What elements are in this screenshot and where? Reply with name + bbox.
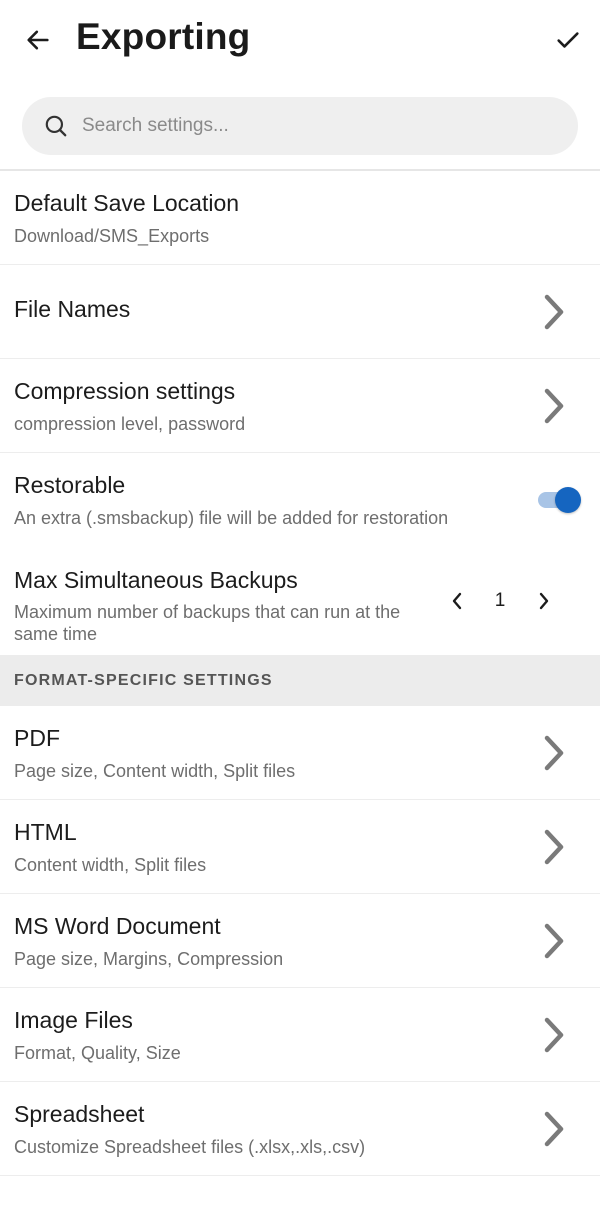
section-header: FORMAT-SPECIFIC SETTINGS xyxy=(0,655,600,706)
setting-compression[interactable]: Compression settings compression level, … xyxy=(0,359,600,453)
chevron-right-icon xyxy=(540,290,568,334)
setting-subtitle: Format, Quality, Size xyxy=(14,1043,181,1063)
setting-title: PDF xyxy=(14,725,60,751)
chevron-right-icon xyxy=(540,1013,568,1057)
setting-title: MS Word Document xyxy=(14,913,221,939)
toggle-thumb xyxy=(555,487,581,513)
setting-subtitle: Page size, Content width, Split files xyxy=(14,761,296,781)
setting-subtitle: Page size, Margins, Compression xyxy=(14,949,284,969)
setting-title: Compression settings xyxy=(14,378,236,404)
setting-title: File Names xyxy=(14,296,131,322)
restorable-toggle[interactable] xyxy=(538,487,582,513)
stepper-value: 1 xyxy=(494,590,506,611)
decrement-button[interactable] xyxy=(444,587,470,615)
format-item-html[interactable]: HTML Content width, Split files xyxy=(0,800,600,894)
search-input[interactable] xyxy=(82,115,522,137)
chevron-right-icon xyxy=(540,384,568,428)
setting-title: Spreadsheet xyxy=(14,1101,145,1127)
setting-max-backups: Max Simultaneous Backups Maximum number … xyxy=(0,547,600,655)
format-item-pdf[interactable]: PDF Page size, Content width, Split file… xyxy=(0,706,600,800)
setting-restorable: Restorable An extra (.smsbackup) file wi… xyxy=(0,453,600,547)
search-bar[interactable] xyxy=(22,97,578,155)
increment-button[interactable] xyxy=(531,587,557,615)
back-button[interactable] xyxy=(18,22,58,58)
setting-title: Default Save Location xyxy=(14,190,240,216)
setting-file-names[interactable]: File Names xyxy=(0,265,600,359)
chevron-right-icon xyxy=(540,825,568,869)
settings-list: Default Save Location Download/SMS_Expor… xyxy=(0,171,600,1176)
search-icon xyxy=(42,112,70,140)
confirm-button[interactable] xyxy=(548,22,588,58)
setting-title: Restorable xyxy=(14,472,126,498)
app-header: Exporting xyxy=(0,0,600,82)
setting-subtitle: Download/SMS_Exports xyxy=(14,226,210,246)
format-item-spreadsheet[interactable]: Spreadsheet Customize Spreadsheet files … xyxy=(0,1082,600,1176)
format-item-image-files[interactable]: Image Files Format, Quality, Size xyxy=(0,988,600,1082)
backups-stepper: 1 xyxy=(444,587,564,615)
setting-title: HTML xyxy=(14,819,77,845)
chevron-left-icon xyxy=(452,592,462,610)
chevron-right-icon xyxy=(540,1107,568,1151)
chevron-right-icon xyxy=(539,592,549,610)
setting-subtitle: An extra (.smsbackup) file will be added… xyxy=(14,508,449,528)
setting-title: Image Files xyxy=(14,1007,133,1033)
section-label: FORMAT-SPECIFIC SETTINGS xyxy=(14,672,273,689)
setting-subtitle: Maximum number of backups that can run a… xyxy=(14,602,401,644)
page-title: Exporting xyxy=(76,16,251,57)
setting-title: Max Simultaneous Backups xyxy=(14,567,298,593)
arrow-left-icon xyxy=(27,30,49,50)
setting-subtitle: Content width, Split files xyxy=(14,855,207,875)
checkmark-icon xyxy=(557,32,579,48)
setting-subtitle: compression level, password xyxy=(14,414,246,434)
setting-subtitle: Customize Spreadsheet files (.xlsx,.xls,… xyxy=(14,1137,366,1157)
chevron-right-icon xyxy=(540,731,568,775)
setting-default-save-location[interactable]: Default Save Location Download/SMS_Expor… xyxy=(0,171,600,265)
chevron-right-icon xyxy=(540,919,568,963)
format-item-word[interactable]: MS Word Document Page size, Margins, Com… xyxy=(0,894,600,988)
